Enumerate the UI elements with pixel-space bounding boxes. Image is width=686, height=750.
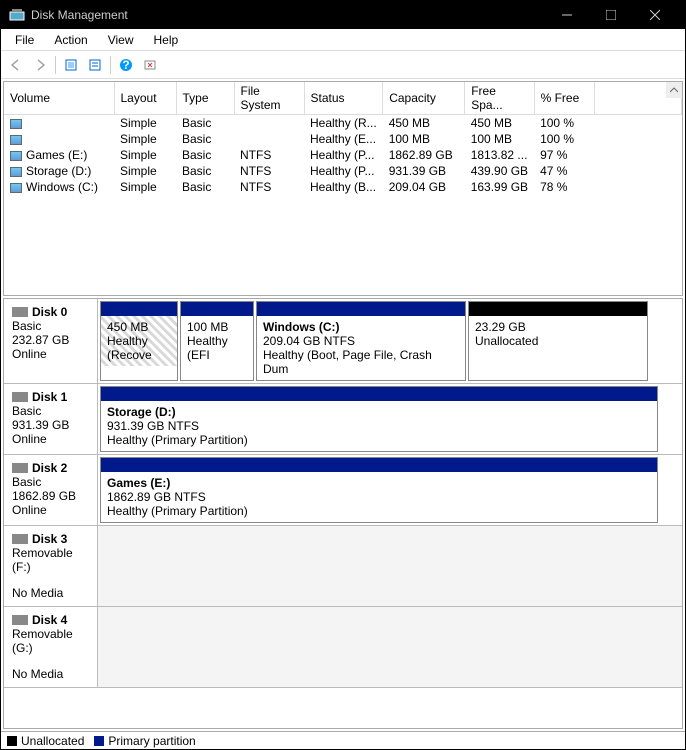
app-icon bbox=[9, 7, 25, 23]
help-icon[interactable]: ? bbox=[115, 54, 137, 76]
disk-row: Disk 2Basic1862.89 GBOnlineGames (E:)186… bbox=[4, 455, 682, 526]
menu-help[interactable]: Help bbox=[144, 31, 189, 49]
partition[interactable]: 100 MBHealthy (EFI bbox=[180, 301, 254, 381]
empty-partition-area bbox=[98, 526, 682, 606]
legend-unallocated-icon bbox=[7, 736, 17, 746]
col-volume[interactable]: Volume bbox=[4, 82, 114, 115]
partition[interactable]: Storage (D:)931.39 GB NTFSHealthy (Prima… bbox=[100, 386, 658, 452]
rescan-icon[interactable] bbox=[139, 54, 161, 76]
disk-label[interactable]: Disk 2Basic1862.89 GBOnline bbox=[4, 455, 98, 525]
legend: Unallocated Primary partition bbox=[1, 731, 685, 749]
disk-label[interactable]: Disk 0Basic232.87 GBOnline bbox=[4, 299, 98, 383]
maximize-button[interactable] bbox=[589, 1, 633, 29]
menu-file[interactable]: File bbox=[5, 31, 44, 49]
close-button[interactable] bbox=[633, 1, 677, 29]
disk-label[interactable]: Disk 1Basic931.39 GBOnline bbox=[4, 384, 98, 454]
scroll-up-icon[interactable] bbox=[666, 82, 682, 98]
disk-row: Disk 1Basic931.39 GBOnlineStorage (D:)93… bbox=[4, 384, 682, 455]
col-fs[interactable]: File System bbox=[234, 82, 304, 115]
back-button[interactable] bbox=[5, 54, 27, 76]
disk-label[interactable]: Disk 3Removable (F:)No Media bbox=[4, 526, 98, 606]
partition[interactable]: 450 MBHealthy (Recove bbox=[100, 301, 178, 381]
col-status[interactable]: Status bbox=[304, 82, 383, 115]
forward-button[interactable] bbox=[29, 54, 51, 76]
minimize-button[interactable] bbox=[545, 1, 589, 29]
window-title: Disk Management bbox=[31, 8, 545, 22]
col-capacity[interactable]: Capacity bbox=[383, 82, 465, 115]
table-row[interactable]: Games (E:)SimpleBasicNTFSHealthy (P...18… bbox=[4, 147, 682, 163]
partition[interactable]: Windows (C:)209.04 GB NTFSHealthy (Boot,… bbox=[256, 301, 466, 381]
svg-text:?: ? bbox=[122, 58, 129, 72]
empty-partition-area bbox=[98, 607, 682, 687]
col-type[interactable]: Type bbox=[176, 82, 234, 115]
partition[interactable]: 23.29 GBUnallocated bbox=[468, 301, 648, 381]
table-row[interactable]: Storage (D:)SimpleBasicNTFSHealthy (P...… bbox=[4, 163, 682, 179]
table-row[interactable]: SimpleBasicHealthy (R...450 MB450 MB100 … bbox=[4, 115, 682, 132]
toolbar: ? bbox=[1, 51, 685, 79]
col-free[interactable]: Free Spa... bbox=[465, 82, 534, 115]
legend-primary-label: Primary partition bbox=[108, 734, 195, 748]
menubar: File Action View Help bbox=[1, 29, 685, 51]
partition[interactable]: Games (E:)1862.89 GB NTFSHealthy (Primar… bbox=[100, 457, 658, 523]
col-pct[interactable]: % Free bbox=[534, 82, 594, 115]
volume-table[interactable]: VolumeLayoutTypeFile SystemStatusCapacit… bbox=[4, 82, 682, 195]
legend-primary-icon bbox=[94, 736, 104, 746]
properties-icon[interactable] bbox=[84, 54, 106, 76]
disk-row: Disk 4Removable (G:)No Media bbox=[4, 607, 682, 688]
legend-unallocated-label: Unallocated bbox=[21, 734, 84, 748]
disk-label[interactable]: Disk 4Removable (G:)No Media bbox=[4, 607, 98, 687]
col-layout[interactable]: Layout bbox=[114, 82, 176, 115]
table-row[interactable]: SimpleBasicHealthy (E...100 MB100 MB100 … bbox=[4, 131, 682, 147]
disk-row: Disk 3Removable (F:)No Media bbox=[4, 526, 682, 607]
menu-view[interactable]: View bbox=[98, 31, 144, 49]
menu-action[interactable]: Action bbox=[44, 31, 97, 49]
disk-row: Disk 0Basic232.87 GBOnline450 MBHealthy … bbox=[4, 299, 682, 384]
table-row[interactable]: Windows (C:)SimpleBasicNTFSHealthy (B...… bbox=[4, 179, 682, 195]
titlebar[interactable]: Disk Management bbox=[1, 1, 685, 29]
disk-map-pane: Disk 0Basic232.87 GBOnline450 MBHealthy … bbox=[3, 298, 683, 729]
refresh-icon[interactable] bbox=[60, 54, 82, 76]
volume-list-pane: VolumeLayoutTypeFile SystemStatusCapacit… bbox=[3, 81, 683, 296]
